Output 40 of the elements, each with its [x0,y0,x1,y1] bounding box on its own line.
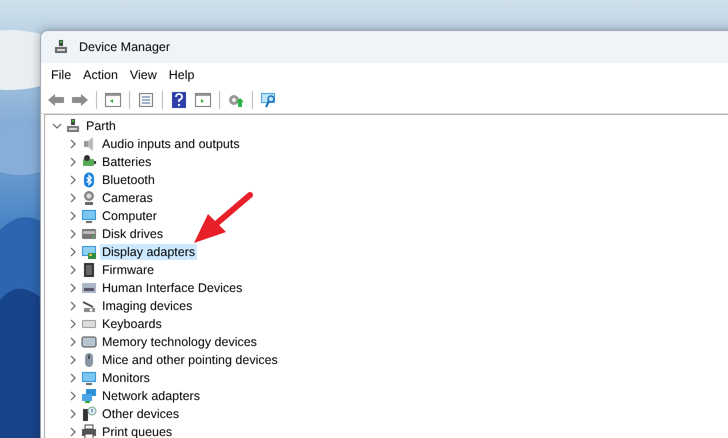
tree-item[interactable]: Mice and other pointing devices [100,352,280,368]
unknown-device-icon [81,406,97,422]
pointer-arrow [192,190,256,246]
chip-icon [81,262,97,278]
network-icon [81,388,97,404]
display-card-icon [81,244,97,260]
computer-icon [65,118,81,134]
monitor-icon [81,208,97,224]
monitor-icon [81,370,97,386]
tree-item[interactable]: Disk drives [100,226,166,242]
tree-item[interactable]: Memory technology devices [100,334,259,350]
tree-item[interactable]: Keyboards [100,316,164,332]
console-tree-button[interactable] [103,90,123,110]
menu-item[interactable]: View [124,66,163,84]
device-manager-icon [53,39,69,55]
tree-item[interactable]: Display adapters [100,244,198,260]
drive-icon [81,226,97,242]
tree-item[interactable]: Bluetooth [100,172,157,188]
tree-item[interactable]: Computer [100,208,159,224]
menu-item[interactable]: File [45,66,78,84]
menu-item[interactable]: Help [162,66,200,84]
action-pane-button[interactable] [193,90,213,110]
window-title: Device Manager [79,40,170,54]
properties-button[interactable] [136,90,156,110]
menu-item[interactable]: Action [77,66,124,84]
webcam-icon [81,190,97,206]
tree-item[interactable]: Firmware [100,262,156,278]
tree-item[interactable]: Monitors [100,370,152,386]
memory-card-icon [81,334,97,350]
input-device-icon [81,280,97,296]
tree-item[interactable]: Cameras [100,190,155,206]
tree-item[interactable]: Batteries [100,154,154,170]
help-button[interactable] [169,90,189,110]
tree-item[interactable]: Audio inputs and outputs [100,136,242,152]
tree-item[interactable]: Other devices [100,406,182,422]
tree-item[interactable]: Parth [84,118,118,134]
bluetooth-icon [81,172,97,188]
tree-item[interactable]: Human Interface Devices [100,280,244,296]
tree-item[interactable]: Network adapters [100,388,202,404]
tree-item[interactable]: Imaging devices [100,298,194,314]
